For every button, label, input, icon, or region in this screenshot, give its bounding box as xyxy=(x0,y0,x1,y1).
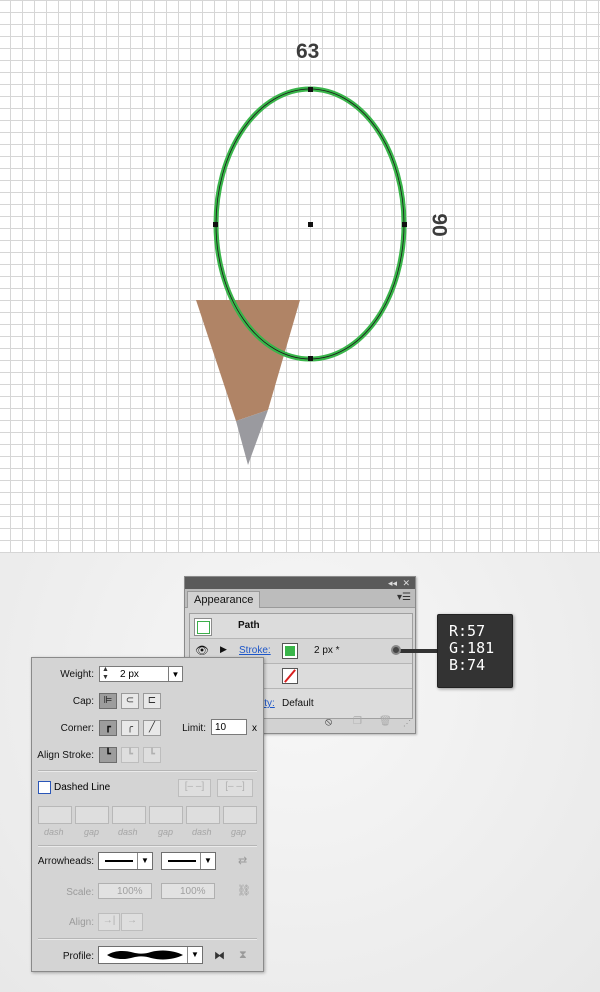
dash-gap-fields xyxy=(38,806,258,824)
scale-label: Scale: xyxy=(66,887,94,898)
double-chevron-icon[interactable]: ◂◂ xyxy=(388,577,397,589)
stroke-link[interactable]: Stroke: xyxy=(239,645,271,656)
flip-across-icon[interactable]: ⧗ xyxy=(239,949,247,962)
limit-input[interactable]: 10 xyxy=(211,719,247,735)
gap-field-3[interactable] xyxy=(223,806,257,824)
rgb-red: R:57 xyxy=(449,622,486,640)
delete-icon[interactable]: 🗑 xyxy=(379,716,392,727)
divider xyxy=(38,845,257,847)
limit-label: Limit: xyxy=(182,723,206,734)
anchor-point-bottom xyxy=(308,356,313,361)
panel-tab-row: Appearance ▾☰ xyxy=(185,589,415,608)
callout-connector xyxy=(398,649,438,653)
gap-field-1[interactable] xyxy=(75,806,109,824)
dash-preserve-icon[interactable]: [‒ ‒] xyxy=(178,779,211,797)
artboard-canvas[interactable]: 63 90 xyxy=(0,0,600,553)
dash-field-1[interactable] xyxy=(38,806,72,824)
rgb-green: G:181 xyxy=(449,639,495,657)
panel-titlebar[interactable]: ◂◂ ✕ xyxy=(185,577,415,589)
rgb-callout: R:57 G:181 B:74 xyxy=(437,614,513,688)
divider xyxy=(38,770,257,772)
width-profile-preview xyxy=(107,950,183,960)
profile-select[interactable]: ▼ xyxy=(98,946,203,964)
width-dimension-label: 63 xyxy=(296,40,320,63)
dash-field-3[interactable] xyxy=(186,806,220,824)
align-arrow-label: Align: xyxy=(68,917,94,928)
dash-align-icon[interactable]: [‒ ‒] xyxy=(217,779,253,797)
limit-unit: x xyxy=(252,723,257,734)
swap-arrowheads-icon[interactable]: ⇄ xyxy=(238,854,247,867)
arrowheads-label: Arrowheads: xyxy=(37,856,94,867)
dashed-line-label: Dashed Line xyxy=(54,782,111,793)
weight-label: Weight: xyxy=(60,669,94,680)
end-scale-value: 100% xyxy=(180,886,206,897)
weight-stepper-icon[interactable]: ▲ ▼ xyxy=(102,666,109,682)
cap-label: Cap: xyxy=(72,696,94,707)
line-preview xyxy=(105,860,133,862)
anchor-point-left xyxy=(213,222,218,227)
start-arrowhead-select[interactable]: ▼ xyxy=(98,852,153,870)
projecting-cap-icon[interactable]: ⊏ xyxy=(143,693,161,709)
artwork xyxy=(196,86,407,465)
profile-label: Profile: xyxy=(62,951,94,962)
round-join-icon[interactable]: ╭ xyxy=(121,720,139,736)
corner-label: Corner: xyxy=(60,723,94,734)
end-scale-input[interactable]: 100% xyxy=(161,883,215,899)
link-scale-icon[interactable]: ⛓ xyxy=(237,884,251,897)
end-arrowhead-select[interactable]: ▼ xyxy=(161,852,216,870)
close-icon[interactable]: ✕ xyxy=(402,577,410,589)
path-label: Path xyxy=(238,620,260,631)
dash-field-2[interactable] xyxy=(112,806,146,824)
fill-none-swatch[interactable] xyxy=(282,668,298,684)
panel-menu-icon[interactable]: ▾☰ xyxy=(397,592,411,603)
path-row[interactable]: Path xyxy=(190,614,412,639)
callout-dot xyxy=(391,645,401,655)
line-preview xyxy=(168,860,196,862)
expand-triangle-icon[interactable]: ▶ xyxy=(220,644,227,655)
align-center-icon[interactable]: ┗ xyxy=(99,747,117,763)
anchor-point-top xyxy=(308,87,313,92)
clear-icon[interactable]: ⦸ xyxy=(325,716,332,729)
opacity-value: Default xyxy=(282,698,314,709)
weight-value: 2 px xyxy=(120,669,139,680)
start-scale-input[interactable]: 100% xyxy=(98,883,152,899)
dash-label: dash xyxy=(44,827,64,837)
chevron-down-icon: ▼ xyxy=(200,853,215,869)
gap-label: gap xyxy=(231,827,247,837)
flip-along-icon[interactable]: ⧓ xyxy=(214,949,225,962)
gap-field-2[interactable] xyxy=(149,806,183,824)
tab-appearance[interactable]: Appearance xyxy=(187,591,261,608)
weight-dropdown-arrow[interactable]: ▼ xyxy=(168,666,183,682)
align-outside-icon[interactable]: ┗ xyxy=(143,747,161,763)
height-dimension-label: 90 xyxy=(427,213,451,237)
path-thumbnail xyxy=(194,618,212,636)
arrow-tip-extend-icon[interactable]: →| xyxy=(98,913,120,931)
butt-cap-icon[interactable]: ⊫ xyxy=(99,693,117,709)
bevel-join-icon[interactable]: ╱ xyxy=(143,720,161,736)
duplicate-icon[interactable]: ❐ xyxy=(353,716,362,727)
stroke-weight-value: 2 px * xyxy=(314,645,340,656)
dash-label: dash xyxy=(192,827,212,837)
chevron-down-icon: ▼ xyxy=(187,947,202,963)
gap-label: gap xyxy=(158,827,174,837)
center-point xyxy=(308,222,313,227)
gap-label: gap xyxy=(84,827,100,837)
stroke-color-swatch[interactable] xyxy=(282,643,298,659)
dash-label: dash xyxy=(118,827,138,837)
dashed-line-checkbox[interactable] xyxy=(38,781,51,794)
divider xyxy=(38,938,257,940)
miter-join-icon[interactable]: ┏ xyxy=(99,720,117,736)
arrow-tip-place-icon[interactable]: → xyxy=(121,913,143,931)
anchor-point-right xyxy=(402,222,407,227)
align-stroke-label: Align Stroke: xyxy=(37,750,94,761)
chevron-down-icon: ▼ xyxy=(137,853,152,869)
eye-icon[interactable]: 👁 xyxy=(195,644,209,657)
cone-shape xyxy=(196,300,300,421)
align-inside-icon[interactable]: ┗ xyxy=(121,747,139,763)
start-scale-value: 100% xyxy=(117,886,143,897)
resize-grip-icon[interactable]: ⋰ xyxy=(403,719,411,728)
round-cap-icon[interactable]: ⊂ xyxy=(121,693,139,709)
stroke-panel: Weight: 2 px ▲ ▼ ▼ Cap: ⊫ ⊂ ⊏ Corner: ┏ ╭… xyxy=(31,657,264,972)
rgb-blue: B:74 xyxy=(449,656,486,674)
